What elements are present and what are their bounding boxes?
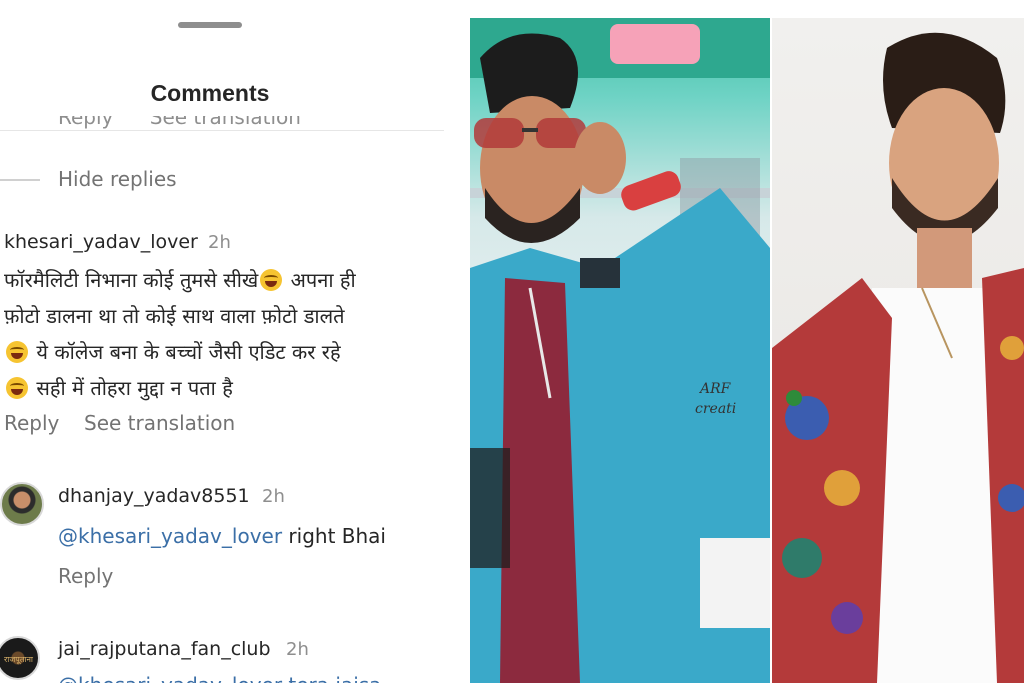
header-divider bbox=[0, 130, 444, 131]
thread-line bbox=[0, 179, 40, 181]
right-portrait-illustration bbox=[772, 32, 1024, 683]
left-portrait-photo: ARF creati bbox=[470, 18, 770, 683]
comment-username[interactable]: khesari_yadav_lover bbox=[4, 231, 198, 253]
laughing-emoji-icon bbox=[6, 377, 28, 399]
reply-button[interactable]: Reply bbox=[4, 411, 59, 435]
drag-handle[interactable] bbox=[178, 22, 242, 28]
comment-text-line: ये कॉलेज बना के बच्चों जैसी एडिट कर रहे bbox=[4, 338, 341, 365]
comments-sheet: Comments Reply See translation Hide repl… bbox=[0, 0, 444, 683]
comment-text-line: फ़ोटो डालना था तो कोई साथ वाला फ़ोटो डाल… bbox=[4, 304, 345, 328]
avatar-text: राजपूताना bbox=[4, 655, 33, 664]
comment-time: 2h bbox=[208, 232, 231, 253]
laughing-emoji-icon bbox=[6, 341, 28, 363]
partial-previous-actions: Reply See translation bbox=[58, 116, 331, 134]
avatar[interactable]: राजपूताना bbox=[0, 636, 40, 680]
hide-replies-button[interactable]: Hide replies bbox=[58, 167, 177, 191]
avatar[interactable] bbox=[0, 482, 44, 526]
comment-text-line: फॉरमैलिटी निभाना कोई तुमसे सीखे अपना ही bbox=[4, 268, 356, 292]
comment-time: 2h bbox=[286, 639, 309, 660]
collage-gap bbox=[444, 0, 470, 683]
comment-text-line: @khesari_yadav_lover right Bhai bbox=[58, 524, 386, 548]
comment-username[interactable]: dhanjay_yadav8551 bbox=[58, 485, 250, 507]
watermark-text: ARF bbox=[698, 381, 732, 397]
see-translation-partial[interactable]: See translation bbox=[150, 116, 301, 129]
laughing-emoji-icon bbox=[260, 269, 283, 291]
collage-top-margin bbox=[470, 0, 1024, 18]
svg-text:creati: creati bbox=[695, 401, 736, 417]
comment-username[interactable]: jai_rajputana_fan_club bbox=[58, 638, 271, 660]
reply-button[interactable]: Reply bbox=[58, 564, 113, 588]
comment-text-line: सही में तोहरा मुद्दा न पता है bbox=[4, 374, 233, 401]
reply-button-partial[interactable]: Reply bbox=[58, 116, 113, 129]
sheet-title: Comments bbox=[150, 80, 270, 106]
comment-time: 2h bbox=[262, 486, 285, 507]
comment-text-partial[interactable]: @khesari_yadav_lover tera jaisa bbox=[58, 673, 381, 683]
left-portrait-illustration: ARF creati bbox=[470, 18, 770, 683]
right-portrait-photo bbox=[772, 18, 1024, 683]
mention-link[interactable]: @khesari_yadav_lover bbox=[58, 524, 282, 548]
see-translation-button[interactable]: See translation bbox=[84, 411, 235, 435]
